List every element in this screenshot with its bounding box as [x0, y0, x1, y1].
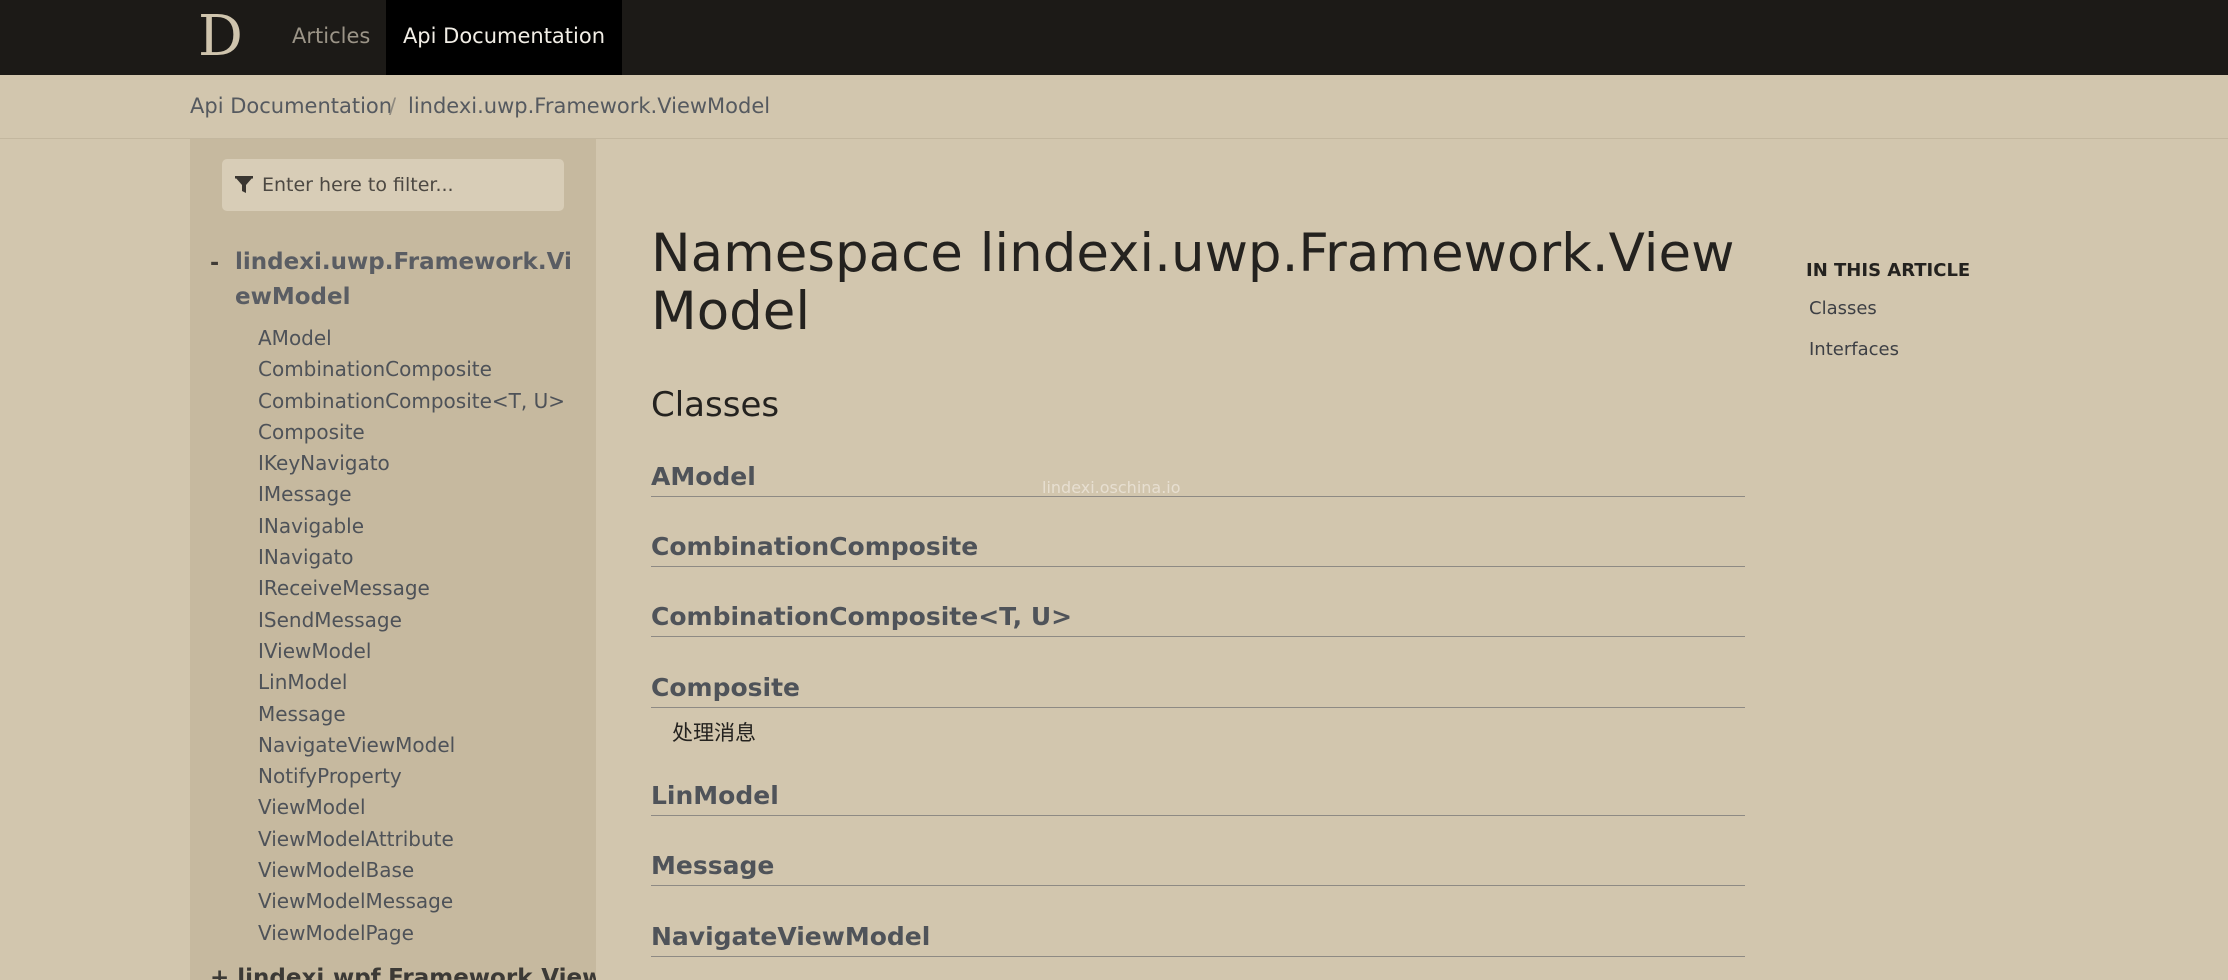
sidebar-item[interactable]: IMessage — [258, 479, 565, 510]
class-description: 处理消息 — [672, 721, 756, 745]
breadcrumb-separator: / — [389, 94, 397, 118]
class-link[interactable]: CombinationComposite — [651, 532, 978, 561]
class-heading: AModel — [651, 457, 1745, 497]
filter-box — [222, 159, 564, 211]
sidebar-item[interactable]: Composite — [258, 417, 565, 448]
class-heading: NavigateViewModel — [651, 917, 1745, 957]
sidebar-class-list: AModel CombinationComposite CombinationC… — [258, 323, 565, 949]
sidebar-item[interactable]: ViewModelMessage — [258, 886, 565, 917]
nav-articles-link[interactable]: Articles — [292, 0, 370, 75]
top-navbar: D Articles Api Documentation — [0, 0, 2228, 75]
sidebar-item[interactable]: IReceiveMessage — [258, 573, 565, 604]
toc-heading: IN THIS ARTICLE — [1806, 260, 1971, 281]
sidebar-item[interactable]: Message — [258, 699, 565, 730]
class-heading: CombinationComposite — [651, 527, 1745, 567]
breadcrumb-root[interactable]: Api Documentation — [190, 94, 392, 118]
sidebar-item[interactable]: ViewModelBase — [258, 855, 565, 886]
class-heading: LinModel — [651, 776, 1745, 816]
sidebar-item[interactable]: IKeyNavigato — [258, 448, 565, 479]
sidebar-item[interactable]: CombinationComposite — [258, 354, 565, 385]
sidebar-item[interactable]: LinModel — [258, 667, 565, 698]
main-content: Namespace lindexi.uwp.Framework.ViewMode… — [651, 139, 1745, 980]
sidebar-item[interactable]: IViewModel — [258, 636, 565, 667]
class-heading: CombinationComposite<T, U> — [651, 597, 1745, 637]
toc-item-interfaces[interactable]: Interfaces — [1809, 339, 1899, 360]
sidebar-item[interactable]: INavigable — [258, 511, 565, 542]
sidebar-item[interactable]: NavigateViewModel — [258, 730, 565, 761]
sidebar-item[interactable]: ISendMessage — [258, 605, 565, 636]
sidebar-item[interactable]: ViewModelAttribute — [258, 824, 565, 855]
page-title: Namespace lindexi.uwp.Framework.ViewMode… — [651, 223, 1735, 342]
filter-input[interactable] — [262, 165, 552, 205]
breadcrumb-current[interactable]: lindexi.uwp.Framework.ViewModel — [408, 94, 770, 118]
sidebar-item[interactable]: ViewModel — [258, 792, 565, 823]
toc-item-classes[interactable]: Classes — [1809, 298, 1877, 319]
class-link[interactable]: AModel — [651, 462, 756, 491]
sidebar-item[interactable]: ViewModelPage — [258, 918, 565, 949]
class-heading: Composite — [651, 668, 1745, 708]
nav-api-documentation-link[interactable]: Api Documentation — [386, 0, 622, 75]
class-link[interactable]: LinModel — [651, 781, 779, 810]
sidebar-item[interactable]: NotifyProperty — [258, 761, 565, 792]
sidebar-toc: - lindexi.uwp.Framework.ViewModel AModel… — [190, 139, 596, 980]
collapse-toggle[interactable]: - — [210, 251, 219, 276]
class-link[interactable]: CombinationComposite<T, U> — [651, 602, 1072, 631]
site-logo[interactable]: D — [198, 7, 258, 67]
sidebar-item[interactable]: AModel — [258, 323, 565, 354]
class-link[interactable]: Message — [651, 851, 774, 880]
breadcrumb: Api Documentation / lindexi.uwp.Framewor… — [0, 75, 2228, 139]
watermark: lindexi.oschina.io — [1042, 478, 1181, 497]
class-heading: Message — [651, 846, 1745, 886]
filter-icon — [235, 176, 253, 193]
sidebar-item[interactable]: CombinationComposite<T, U> — [258, 386, 565, 417]
class-link[interactable]: Composite — [651, 673, 800, 702]
sidebar-next-namespace[interactable]: + lindexi.wpf.Framework.View — [210, 965, 596, 980]
class-link[interactable]: NavigateViewModel — [651, 922, 930, 951]
sidebar-namespace-title[interactable]: lindexi.uwp.Framework.ViewModel — [235, 245, 575, 315]
sidebar-item[interactable]: INavigato — [258, 542, 565, 573]
section-title-classes: Classes — [651, 385, 780, 425]
